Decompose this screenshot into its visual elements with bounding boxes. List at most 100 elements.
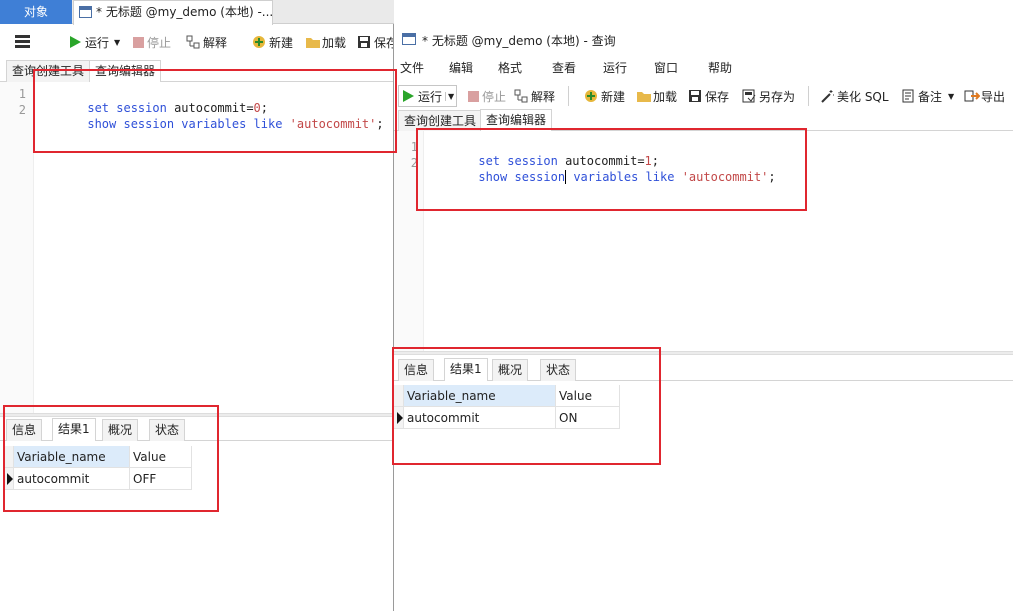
comment-button[interactable]: 备注 ▼ <box>901 86 954 106</box>
run-dropdown-icon[interactable]: ▼ <box>445 91 454 101</box>
explain-button[interactable]: 解释 <box>186 32 227 52</box>
export-icon <box>964 89 981 103</box>
new-button[interactable]: 新建 <box>252 32 293 52</box>
load-button[interactable]: 加载 <box>636 86 677 106</box>
menu-edit[interactable]: 编辑 <box>449 57 473 79</box>
save-as-label: 另存为 <box>759 89 796 104</box>
run-button[interactable]: 运行 ▼ <box>68 32 120 52</box>
explain-label: 解释 <box>203 35 228 50</box>
result-tab-result1[interactable]: 结果1 <box>52 418 96 441</box>
left-editor[interactable]: 1 2 set session autocommit=0; show sessi… <box>0 82 394 415</box>
load-button[interactable]: 加载 <box>305 32 346 52</box>
stop-button[interactable]: 停止 <box>133 32 171 52</box>
code-keyword: show <box>478 170 508 184</box>
column-header-variable-name[interactable]: Variable_name <box>404 385 556 407</box>
stop-button[interactable]: 停止 <box>468 86 506 106</box>
explain-label: 解释 <box>531 89 556 104</box>
subtab-query-builder[interactable]: 查询创建工具 <box>398 110 483 131</box>
row-indicator-header <box>4 446 14 468</box>
right-splitter[interactable] <box>394 351 1013 355</box>
subtab-query-builder[interactable]: 查询创建工具 <box>6 60 91 82</box>
hamburger-menu-icon[interactable] <box>15 35 30 48</box>
stop-label: 停止 <box>482 89 507 104</box>
line-number: 1 <box>18 87 26 101</box>
query-table-icon <box>79 6 92 18</box>
result-tab-info[interactable]: 信息 <box>6 419 43 441</box>
folder-icon <box>305 35 320 49</box>
comment-label: 备注 <box>918 89 943 104</box>
current-row-arrow-icon <box>7 473 13 485</box>
result-tab-profile[interactable]: 概况 <box>492 359 529 381</box>
comment-dropdown-icon[interactable]: ▼ <box>948 92 954 101</box>
run-dropdown-icon[interactable]: ▼ <box>114 38 120 47</box>
explain-icon <box>186 35 200 49</box>
result-tab-info[interactable]: 信息 <box>398 359 435 381</box>
column-header-value[interactable]: Value <box>130 446 192 468</box>
right-editor[interactable]: 1 2 set session autocommit=1; show sessi… <box>394 131 1013 351</box>
result-tab-profile[interactable]: 概况 <box>102 419 139 441</box>
code-terminator: ; <box>376 117 384 131</box>
right-result-grid: Variable_name Value autocommit ON <box>394 385 1013 611</box>
run-label: 运行 <box>418 89 443 104</box>
right-window: * 无标题 @my_demo (本地) - 查询 文件 编辑 格式 查看 运行 … <box>394 24 1013 611</box>
table-cell[interactable]: OFF <box>130 468 192 490</box>
row-indicator[interactable] <box>394 407 404 429</box>
row-indicator-header <box>394 385 404 407</box>
code-line-2: show session variables like 'autocommit'… <box>44 103 384 145</box>
line-number: 1 <box>410 140 418 154</box>
toolbar-separator <box>808 86 809 106</box>
magic-wand-icon <box>820 89 834 103</box>
explain-button[interactable]: 解释 <box>514 86 555 106</box>
new-button[interactable]: 新建 <box>584 86 625 106</box>
export-button[interactable]: 导出 <box>964 86 1005 106</box>
table-cell[interactable]: ON <box>556 407 620 429</box>
save-button[interactable]: 保存 <box>357 32 398 52</box>
table-cell[interactable]: autocommit <box>14 468 130 490</box>
line-number: 2 <box>410 156 418 170</box>
save-button[interactable]: 保存 <box>688 86 729 106</box>
title-bar: * 无标题 @my_demo (本地) - 查询 <box>394 24 1013 56</box>
menu-file[interactable]: 文件 <box>400 57 424 79</box>
code-line-2: show session variables like 'autocommit'… <box>435 156 776 198</box>
save-as-icon <box>742 89 756 103</box>
result-tab-result1[interactable]: 结果1 <box>444 358 488 381</box>
current-row-arrow-icon <box>397 412 403 424</box>
beautify-sql-button[interactable]: 美化 SQL <box>820 86 889 106</box>
stop-icon <box>468 90 479 102</box>
column-header-variable-name[interactable]: Variable_name <box>14 446 130 468</box>
menu-help[interactable]: 帮助 <box>708 57 732 79</box>
menu-format[interactable]: 格式 <box>498 57 522 79</box>
left-splitter[interactable] <box>0 413 394 417</box>
menu-window[interactable]: 窗口 <box>654 57 678 79</box>
save-disk-icon <box>357 35 371 49</box>
code-keyword: variables like <box>573 170 675 184</box>
row-indicator[interactable] <box>4 468 14 490</box>
run-button[interactable]: 运行 ▼ <box>398 85 458 107</box>
subtab-query-editor[interactable]: 查询编辑器 <box>89 60 162 82</box>
result-tab-status[interactable]: 状态 <box>149 419 186 441</box>
stop-label: 停止 <box>147 35 172 50</box>
right-toolbar: 运行 ▼ 停止 解释 新建 加载 保存 另存为 美化 SQL 备注 ▼ 导出 <box>394 82 1013 110</box>
result-tab-status[interactable]: 状态 <box>540 359 577 381</box>
load-label: 加载 <box>322 35 347 50</box>
explain-icon <box>514 89 528 103</box>
save-as-button[interactable]: 另存为 <box>742 86 795 106</box>
left-toolbar: 运行 ▼ 停止 解释 新建 加载 保存 <box>0 26 398 60</box>
object-tab[interactable]: 对象 <box>0 0 72 24</box>
hamburger-middle-bar <box>15 40 30 43</box>
load-label: 加载 <box>653 89 678 104</box>
save-disk-icon <box>688 89 702 103</box>
table-cell[interactable]: autocommit <box>404 407 556 429</box>
document-tab-label: * 无标题 @my_demo (本地) -... <box>96 5 273 19</box>
code-keyword: show session variables like <box>87 117 283 131</box>
subtab-query-editor[interactable]: 查询编辑器 <box>480 109 553 131</box>
column-header-value[interactable]: Value <box>556 385 620 407</box>
comment-note-icon <box>901 89 915 103</box>
new-plus-icon <box>252 35 266 49</box>
menu-view[interactable]: 查看 <box>552 57 576 79</box>
menu-run[interactable]: 运行 <box>603 57 627 79</box>
left-gutter <box>0 82 34 415</box>
document-tab[interactable]: * 无标题 @my_demo (本地) -... <box>73 0 273 25</box>
